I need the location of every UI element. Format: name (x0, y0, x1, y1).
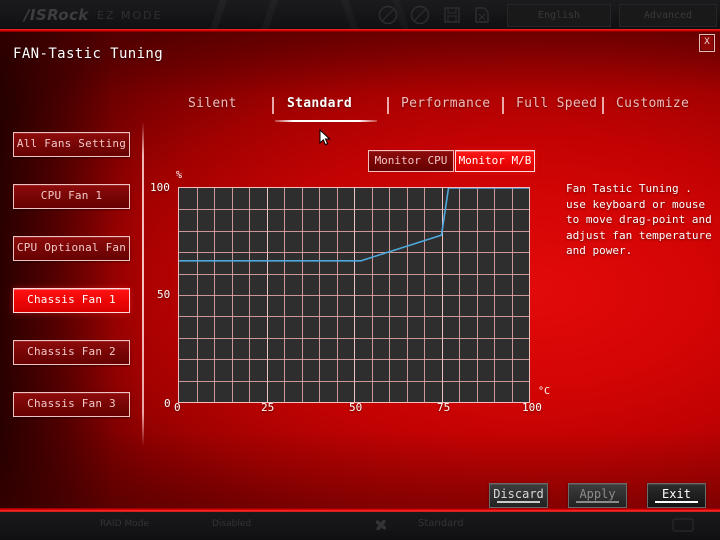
tab-performance[interactable]: Performance (401, 96, 490, 111)
sidebar-item-cpu-optional-fan[interactable]: CPU Optional Fan (13, 236, 130, 261)
fan-profile-value: Standard (418, 518, 464, 529)
chart-plot-area[interactable] (178, 187, 530, 403)
advanced-mode-button[interactable]: Advanced Mode(F6) (619, 4, 717, 27)
tab-customize[interactable]: Customize (616, 96, 689, 111)
asrock-logo: /ISRock (24, 6, 89, 24)
sidebar-item-all-fans-setting[interactable]: All Fans Setting (13, 132, 130, 157)
mouse-cursor (319, 128, 332, 151)
power-circle-icon[interactable] (410, 5, 430, 29)
sidebar-item-chassis-fan-3[interactable]: Chassis Fan 3 (13, 392, 130, 417)
tab-full-speed[interactable]: Full Speed (516, 96, 597, 111)
close-icon[interactable]: X (699, 34, 715, 52)
apply-button[interactable]: Apply (568, 483, 627, 508)
language-button[interactable]: English (507, 4, 611, 27)
discard-button[interactable]: Discard (489, 483, 548, 508)
monitor-mb-button[interactable]: Monitor M/B (455, 150, 535, 172)
ez-mode-label: EZ MODE (97, 9, 163, 22)
button-underline (655, 501, 698, 503)
active-tab-underline (275, 120, 377, 122)
y-tick-50: 50 (157, 288, 171, 301)
button-underline (497, 501, 540, 503)
apply-label: Apply (579, 487, 616, 501)
page-title: FAN-Tastic Tuning (13, 46, 164, 62)
sidebar-divider (142, 122, 144, 446)
tab-separator (387, 97, 389, 114)
y-tick-0: 0 (164, 397, 171, 410)
tab-separator (602, 97, 604, 114)
x-axis-unit: °C (538, 386, 551, 397)
monitor-icon (672, 518, 694, 537)
bios-screen: /ISRock EZ MODE English Advanced Mode(F6… (0, 0, 720, 540)
raid-mode-value: Disabled (212, 519, 252, 529)
fan-curve-chart[interactable]: % °C 100 50 0 0 25 50 75 100 (150, 170, 560, 415)
fan-curve-polyline[interactable] (179, 188, 529, 262)
raid-mode-label: RAID Mode (100, 519, 150, 529)
tab-silent[interactable]: Silent (188, 96, 237, 111)
help-circle-icon[interactable] (378, 5, 398, 29)
monitor-cpu-button[interactable]: Monitor CPU (368, 150, 454, 172)
y-axis-unit: % (176, 170, 183, 181)
button-underline (576, 501, 619, 503)
top-red-divider (0, 29, 720, 32)
sidebar-item-chassis-fan-2[interactable]: Chassis Fan 2 (13, 340, 130, 365)
discard-label: Discard (493, 487, 544, 501)
y-tick-100: 100 (150, 181, 170, 194)
fan-curve-line[interactable] (179, 188, 529, 402)
help-text: Fan Tastic Tuning . use keyboard or mous… (566, 182, 712, 257)
save-floppy-icon[interactable] (443, 5, 461, 29)
sidebar-item-chassis-fan-1[interactable]: Chassis Fan 1 (13, 288, 130, 313)
tab-separator (272, 97, 274, 114)
system-bottom-bar: RAID Mode Disabled Standard (0, 512, 720, 540)
sidebar-item-cpu-fan-1[interactable]: CPU Fan 1 (13, 184, 130, 209)
fan-icon (372, 516, 390, 538)
tab-separator (502, 97, 504, 114)
exit-page-icon[interactable] (473, 5, 491, 29)
exit-label: Exit (662, 487, 691, 501)
tab-standard[interactable]: Standard (287, 96, 352, 111)
exit-button[interactable]: Exit (647, 483, 706, 508)
profile-tabs: Silent Standard Performance Full Speed C… (176, 96, 696, 126)
system-top-bar: /ISRock EZ MODE English Advanced Mode(F6… (0, 0, 720, 30)
